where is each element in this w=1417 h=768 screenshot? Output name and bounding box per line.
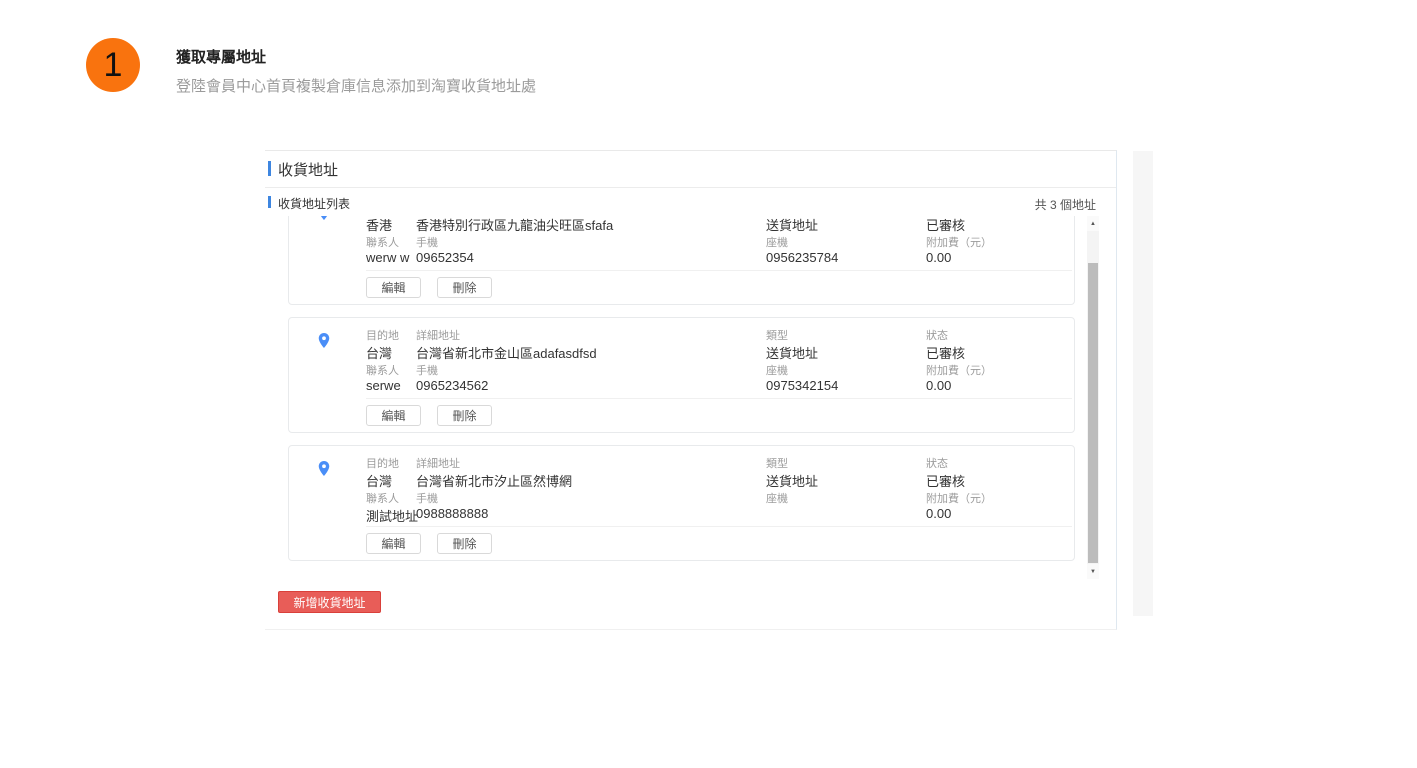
delete-button[interactable]: 刪除: [437, 277, 492, 298]
value-surcharge: 0.00: [926, 378, 951, 393]
value-destination: 台灣: [366, 343, 392, 362]
address-card: 目的地 詳細地址 類型 狀态 香港 香港特別行政區九龍油尖旺區sfafa 送貨地…: [288, 216, 1075, 305]
label-landline: 座機: [766, 362, 788, 378]
value-mobile: 0988888888: [416, 506, 488, 521]
page: 1 獲取專屬地址 登陸會員中心首頁複製倉庫信息添加到淘寶收貨地址處 收貨地址 收…: [0, 0, 1417, 768]
divider: [366, 270, 1072, 271]
label-mobile: 手機: [416, 490, 438, 506]
delete-button[interactable]: 刪除: [437, 533, 492, 554]
value-surcharge: 0.00: [926, 506, 951, 521]
right-side-strip: [1133, 151, 1153, 616]
scrollbar-thumb[interactable]: [1088, 263, 1098, 563]
value-surcharge: 0.00: [926, 250, 951, 265]
label-contact: 聯系人: [366, 234, 399, 250]
label-type: 類型: [766, 455, 788, 471]
address-card: 目的地 詳細地址 類型 狀态 台灣 台灣省新北市金山區adafasdfsd 送貨…: [288, 317, 1075, 433]
add-address-button[interactable]: 新增收貨地址: [278, 591, 381, 613]
value-type: 送貨地址: [766, 216, 818, 234]
value-detail-address: 台灣省新北市汐止區然博網: [416, 471, 572, 490]
value-landline: 0956235784: [766, 250, 838, 265]
address-panel: 收貨地址 收貨地址列表 共 3 個地址 目的地 詳細地址 類型 狀态: [265, 150, 1117, 630]
status-badge: 已審核: [926, 471, 965, 490]
address-card: 目的地 詳細地址 類型 狀态 台灣 台灣省新北市汐止區然博網 送貨地址 已審核 …: [288, 445, 1075, 561]
label-surcharge: 附加費（元）: [926, 362, 992, 378]
value-contact: werw w: [366, 250, 409, 265]
value-detail-address: 台灣省新北市金山區adafasdfsd: [416, 343, 597, 362]
value-mobile: 09652354: [416, 250, 474, 265]
address-list-viewport: 目的地 詳細地址 類型 狀态 香港 香港特別行政區九龍油尖旺區sfafa 送貨地…: [288, 216, 1075, 579]
status-badge: 已審核: [926, 216, 965, 234]
label-status: 狀态: [926, 455, 948, 471]
value-detail-address: 香港特別行政區九龍油尖旺區sfafa: [416, 216, 613, 234]
value-contact: serwe: [366, 378, 401, 393]
edit-button[interactable]: 編輯: [366, 277, 421, 298]
edit-button[interactable]: 編輯: [366, 405, 421, 426]
label-contact: 聯系人: [366, 490, 399, 506]
value-mobile: 0965234562: [416, 378, 488, 393]
label-type: 類型: [766, 327, 788, 343]
scroll-down-icon[interactable]: ▼: [1087, 564, 1099, 579]
accent-bar: [268, 196, 271, 208]
label-landline: 座機: [766, 490, 788, 506]
accent-bar: [268, 161, 271, 176]
address-list: 目的地 詳細地址 類型 狀态 香港 香港特別行政區九龍油尖旺區sfafa 送貨地…: [288, 216, 1075, 561]
label-destination: 目的地: [366, 455, 399, 471]
address-list-title: 收貨地址列表: [278, 195, 350, 212]
divider: [366, 526, 1072, 527]
label-destination: 目的地: [366, 327, 399, 343]
value-type: 送貨地址: [766, 343, 818, 362]
step-title: 獲取專屬地址: [176, 46, 266, 67]
step-number: 1: [104, 48, 123, 82]
value-destination: 香港: [366, 216, 392, 234]
status-badge: 已審核: [926, 343, 965, 362]
panel-title: 收貨地址: [278, 159, 338, 180]
label-contact: 聯系人: [366, 362, 399, 378]
divider: [265, 187, 1116, 188]
value-landline: 0975342154: [766, 378, 838, 393]
delete-button[interactable]: 刪除: [437, 405, 492, 426]
edit-button[interactable]: 編輯: [366, 533, 421, 554]
label-landline: 座機: [766, 234, 788, 250]
divider: [366, 398, 1072, 399]
address-count: 共 3 個地址: [1035, 196, 1096, 213]
label-surcharge: 附加費（元）: [926, 234, 992, 250]
label-mobile: 手機: [416, 362, 438, 378]
label-detail-address: 詳細地址: [416, 327, 460, 343]
step-description: 登陸會員中心首頁複製倉庫信息添加到淘寶收貨地址處: [176, 75, 536, 96]
value-type: 送貨地址: [766, 471, 818, 490]
label-surcharge: 附加費（元）: [926, 490, 992, 506]
scroll-up-icon[interactable]: ▲: [1087, 216, 1099, 231]
label-detail-address: 詳細地址: [416, 455, 460, 471]
value-contact: 測試地址: [366, 506, 418, 525]
value-destination: 台灣: [366, 471, 392, 490]
vertical-scrollbar: ▲ ▼: [1087, 216, 1099, 579]
step-number-badge: 1: [86, 38, 140, 92]
label-status: 狀态: [926, 327, 948, 343]
label-mobile: 手機: [416, 234, 438, 250]
